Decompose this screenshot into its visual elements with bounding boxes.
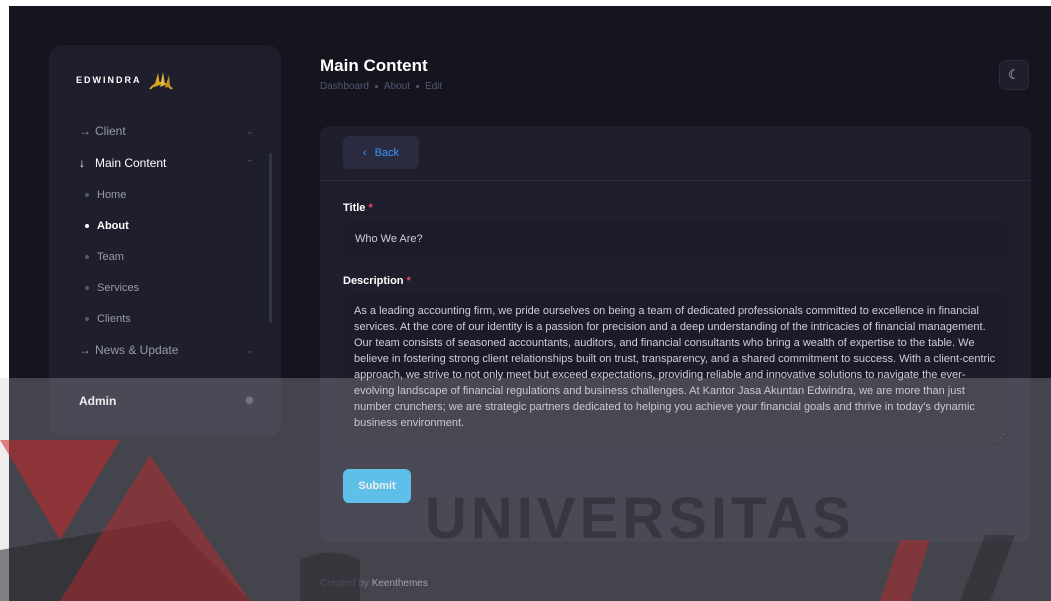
- title-label: Title *: [343, 202, 373, 214]
- chevron-up-icon: ⌃: [246, 157, 254, 168]
- footer-link[interactable]: Keenthemes: [372, 578, 428, 589]
- back-button[interactable]: ‹ Back: [343, 136, 419, 169]
- breadcrumb: Dashboard About Edit: [320, 81, 442, 92]
- bullet-icon: [85, 285, 89, 290]
- sidebar-scrollbar[interactable]: [269, 153, 272, 323]
- moon-icon: ☾: [1008, 67, 1020, 82]
- resize-handle-icon[interactable]: ⋰: [996, 429, 1005, 445]
- sidebar-item-label: News & Update: [95, 343, 179, 357]
- footer-prefix: Created by: [320, 578, 369, 589]
- edit-form-card: ‹ Back Title * Who We Are? Description *…: [320, 126, 1031, 542]
- arrow-right-icon: →: [79, 343, 91, 357]
- chevron-down-icon: ⌄: [246, 344, 254, 355]
- title-label-text: Title: [343, 202, 366, 214]
- breadcrumb-item: Edit: [425, 81, 443, 92]
- required-mark: *: [368, 202, 373, 214]
- sidebar-subitem-services[interactable]: Services: [49, 272, 281, 303]
- sun-icon[interactable]: ✹: [244, 393, 255, 409]
- sidebar-subitem-label: Clients: [97, 312, 131, 325]
- sidebar-subitem-label: Services: [97, 281, 140, 294]
- sidebar-item-label: Client: [95, 124, 126, 138]
- chevron-left-icon: ‹: [362, 146, 367, 159]
- breadcrumb-item[interactable]: Dashboard: [320, 81, 369, 92]
- sidebar-subitem-clients[interactable]: Clients: [49, 303, 281, 334]
- footer: Created by Keenthemes: [320, 578, 428, 589]
- sidebar-item-main-content[interactable]: ↓ Main Content ⌃: [49, 147, 281, 179]
- sidebar-item-news-update[interactable]: → News & Update ⌄: [49, 334, 281, 366]
- sidebar-subitem-label: Home: [97, 188, 127, 201]
- description-label: Description *: [343, 275, 411, 287]
- description-label-text: Description: [343, 275, 404, 287]
- bullet-icon: [85, 254, 89, 259]
- bullet-icon: [85, 223, 89, 228]
- back-button-label: Back: [374, 146, 400, 159]
- description-textarea[interactable]: As a leading accounting firm, we pride o…: [343, 294, 1008, 446]
- sidebar-subitem-label: About: [97, 219, 129, 232]
- title-input[interactable]: Who We Are?: [343, 222, 1008, 256]
- sidebar-item-client[interactable]: → Client ⌄: [49, 115, 281, 147]
- bullet-icon: [85, 192, 89, 197]
- sidebar: EDWINDRA → Client ⌄ ↓ Main Content ⌃ Hom…: [49, 45, 281, 437]
- user-name[interactable]: Admin: [79, 394, 116, 408]
- sidebar-subitem-home[interactable]: Home: [49, 179, 281, 210]
- bullet-icon: [85, 316, 89, 321]
- arrow-down-icon: ↓: [79, 156, 85, 170]
- sidebar-subitem-about[interactable]: About: [49, 210, 281, 241]
- submit-button[interactable]: Submit: [343, 469, 411, 503]
- sidebar-menu: → Client ⌄ ↓ Main Content ⌃ Home About T…: [49, 115, 281, 366]
- breadcrumb-item[interactable]: About: [384, 81, 410, 92]
- sidebar-subitem-label: Team: [97, 250, 124, 263]
- wheat-logo-icon: [148, 72, 173, 90]
- card-header: ‹ Back: [320, 126, 1031, 181]
- app-window: EDWINDRA → Client ⌄ ↓ Main Content ⌃ Hom…: [9, 6, 1051, 601]
- sidebar-subitem-team[interactable]: Team: [49, 241, 281, 272]
- page-title: Main Content: [320, 56, 428, 75]
- description-text: As a leading accounting firm, we pride o…: [354, 305, 996, 429]
- theme-toggle-button[interactable]: ☾: [999, 60, 1029, 90]
- brand-name: EDWINDRA: [76, 75, 142, 85]
- chevron-down-icon: ⌄: [246, 125, 254, 136]
- brand-logo[interactable]: EDWINDRA: [76, 69, 174, 91]
- sidebar-item-label: Main Content: [95, 156, 167, 170]
- required-mark: *: [406, 275, 411, 287]
- arrow-right-icon: →: [79, 124, 91, 138]
- breadcrumb-separator: [374, 85, 378, 88]
- breadcrumb-separator: [416, 85, 420, 88]
